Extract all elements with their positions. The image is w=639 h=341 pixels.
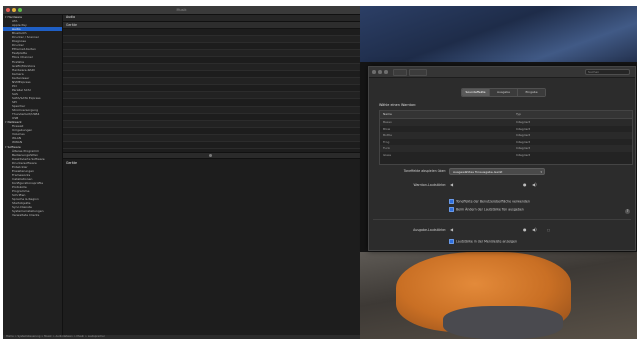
table-row[interactable]	[63, 43, 360, 50]
system-information-window: Musik HardwareATAApple PayAudioBluetooth…	[3, 6, 360, 339]
table-row[interactable]	[63, 29, 360, 36]
table-row[interactable]	[63, 134, 360, 142]
tab-ausgabe[interactable]: Ausgabe	[490, 89, 518, 96]
ui-sounds-checkbox[interactable]: Toneffekte der Benutzeroberfläche verwen…	[449, 199, 530, 204]
table-row[interactable]	[63, 92, 360, 100]
output-device-label: Toneffekte abspielen über:	[403, 169, 446, 173]
divider	[373, 219, 631, 220]
tab-soundeffekte[interactable]: Soundeffekte	[462, 89, 490, 96]
sound-settings-window: Suchen Soundeffekte Ausgabe Eingabe Wähl…	[368, 66, 636, 251]
settings-close-button[interactable]	[372, 70, 376, 74]
desktop: Musik HardwareATAApple PayAudioBluetooth…	[3, 6, 637, 339]
blanket-photo	[443, 306, 563, 339]
speaker-low-icon: ◀	[450, 182, 454, 187]
table-row[interactable]	[63, 85, 360, 93]
wallpaper-top	[360, 6, 637, 62]
table-row[interactable]	[63, 35, 360, 43]
alert-sound-heading: Wähle einen Warnton:	[379, 103, 417, 107]
alert-sound-list: Name Typ Basso Integriert Blow Integriert Bo…	[379, 110, 633, 165]
alert-sound-list-header: Name Typ	[380, 111, 632, 119]
show-volume-menubar-label: Lautstärke in der Menüleiste anzeigen	[456, 239, 517, 244]
divider-handle-icon[interactable]	[209, 154, 212, 157]
status-bar: Home > Systemsteuerung > Musik > Audioda…	[3, 335, 360, 339]
window-titlebar: Musik	[3, 6, 360, 15]
table-row[interactable]	[63, 57, 360, 64]
table-row[interactable]	[63, 142, 360, 150]
device-table	[63, 29, 360, 150]
table-row[interactable]	[63, 49, 360, 57]
alert-sound-row[interactable]: Glass Integriert	[380, 152, 632, 159]
show-volume-menubar-checkbox[interactable]: Lautstärke in der Menüleiste anzeigen	[449, 239, 517, 244]
column-type[interactable]: Typ	[513, 111, 626, 118]
speaker-high-icon: ◀)	[532, 182, 537, 187]
table-row[interactable]	[63, 71, 360, 79]
sound-tabs: Soundeffekte Ausgabe Eingabe	[461, 88, 546, 97]
checkbox-checked-icon	[449, 199, 454, 204]
table-row[interactable]	[63, 99, 360, 107]
mute-checkbox-icon[interactable]: □	[547, 228, 550, 232]
speaker-low-icon: ◀	[450, 227, 454, 232]
settings-minimize-button[interactable]	[378, 70, 382, 74]
alert-volume-slider-knob-icon[interactable]: ●	[523, 182, 527, 187]
back-forward-button[interactable]	[393, 69, 407, 76]
tab-eingabe[interactable]: Eingabe	[518, 89, 545, 96]
alert-volume-label: Warnton-Lautstärke:	[413, 183, 447, 187]
alert-sound-name: Glass	[383, 152, 392, 157]
output-volume-slider-knob-icon[interactable]: ●	[523, 227, 527, 232]
table-row[interactable]	[63, 120, 360, 128]
table-row[interactable]	[63, 106, 360, 114]
volume-feedback-checkbox[interactable]: Beim Ändern der Lautstärke Ton ausgeben	[449, 207, 524, 212]
output-volume-label: Ausgabe-Lautstärke:	[413, 228, 446, 232]
settings-zoom-button[interactable]	[384, 70, 388, 74]
table-header[interactable]: Geräte	[63, 21, 360, 29]
help-button[interactable]: ?	[625, 209, 630, 214]
table-row[interactable]	[63, 63, 360, 72]
detail-title: Geräte	[66, 161, 77, 165]
ui-sounds-label: Toneffekte der Benutzeroberfläche verwen…	[456, 199, 530, 204]
sidebar-item-verwaltete-clients[interactable]: Verwaltete Clients	[3, 213, 62, 217]
split-divider[interactable]	[63, 152, 360, 159]
window-title: Musik	[176, 7, 187, 12]
table-row[interactable]	[63, 128, 360, 135]
speaker-high-icon: ◀)	[532, 227, 537, 232]
checkbox-checked-icon	[449, 207, 454, 212]
checkbox-checked-icon	[449, 239, 454, 244]
sidebar: HardwareATAApple PayAudioBluetoothDrucke…	[3, 15, 63, 335]
show-all-button[interactable]	[409, 69, 427, 76]
content-pane: Audio Geräte Geräte	[63, 15, 360, 335]
column-name[interactable]: Name	[380, 111, 513, 118]
alert-sound-rows: Basso Integriert Blow Integriert Bottle Integ…	[380, 119, 632, 158]
table-row[interactable]	[63, 114, 360, 121]
alert-sound-type: Integriert	[516, 152, 531, 157]
volume-feedback-label: Beim Ändern der Lautstärke Ton ausgeben	[456, 207, 524, 212]
table-row[interactable]	[63, 78, 360, 86]
settings-search-input[interactable]: Suchen	[585, 69, 630, 75]
settings-toolbar: Suchen	[369, 67, 635, 78]
output-device-popup[interactable]: Ausgewähltes Tonausgabe-Gerät	[449, 168, 545, 176]
